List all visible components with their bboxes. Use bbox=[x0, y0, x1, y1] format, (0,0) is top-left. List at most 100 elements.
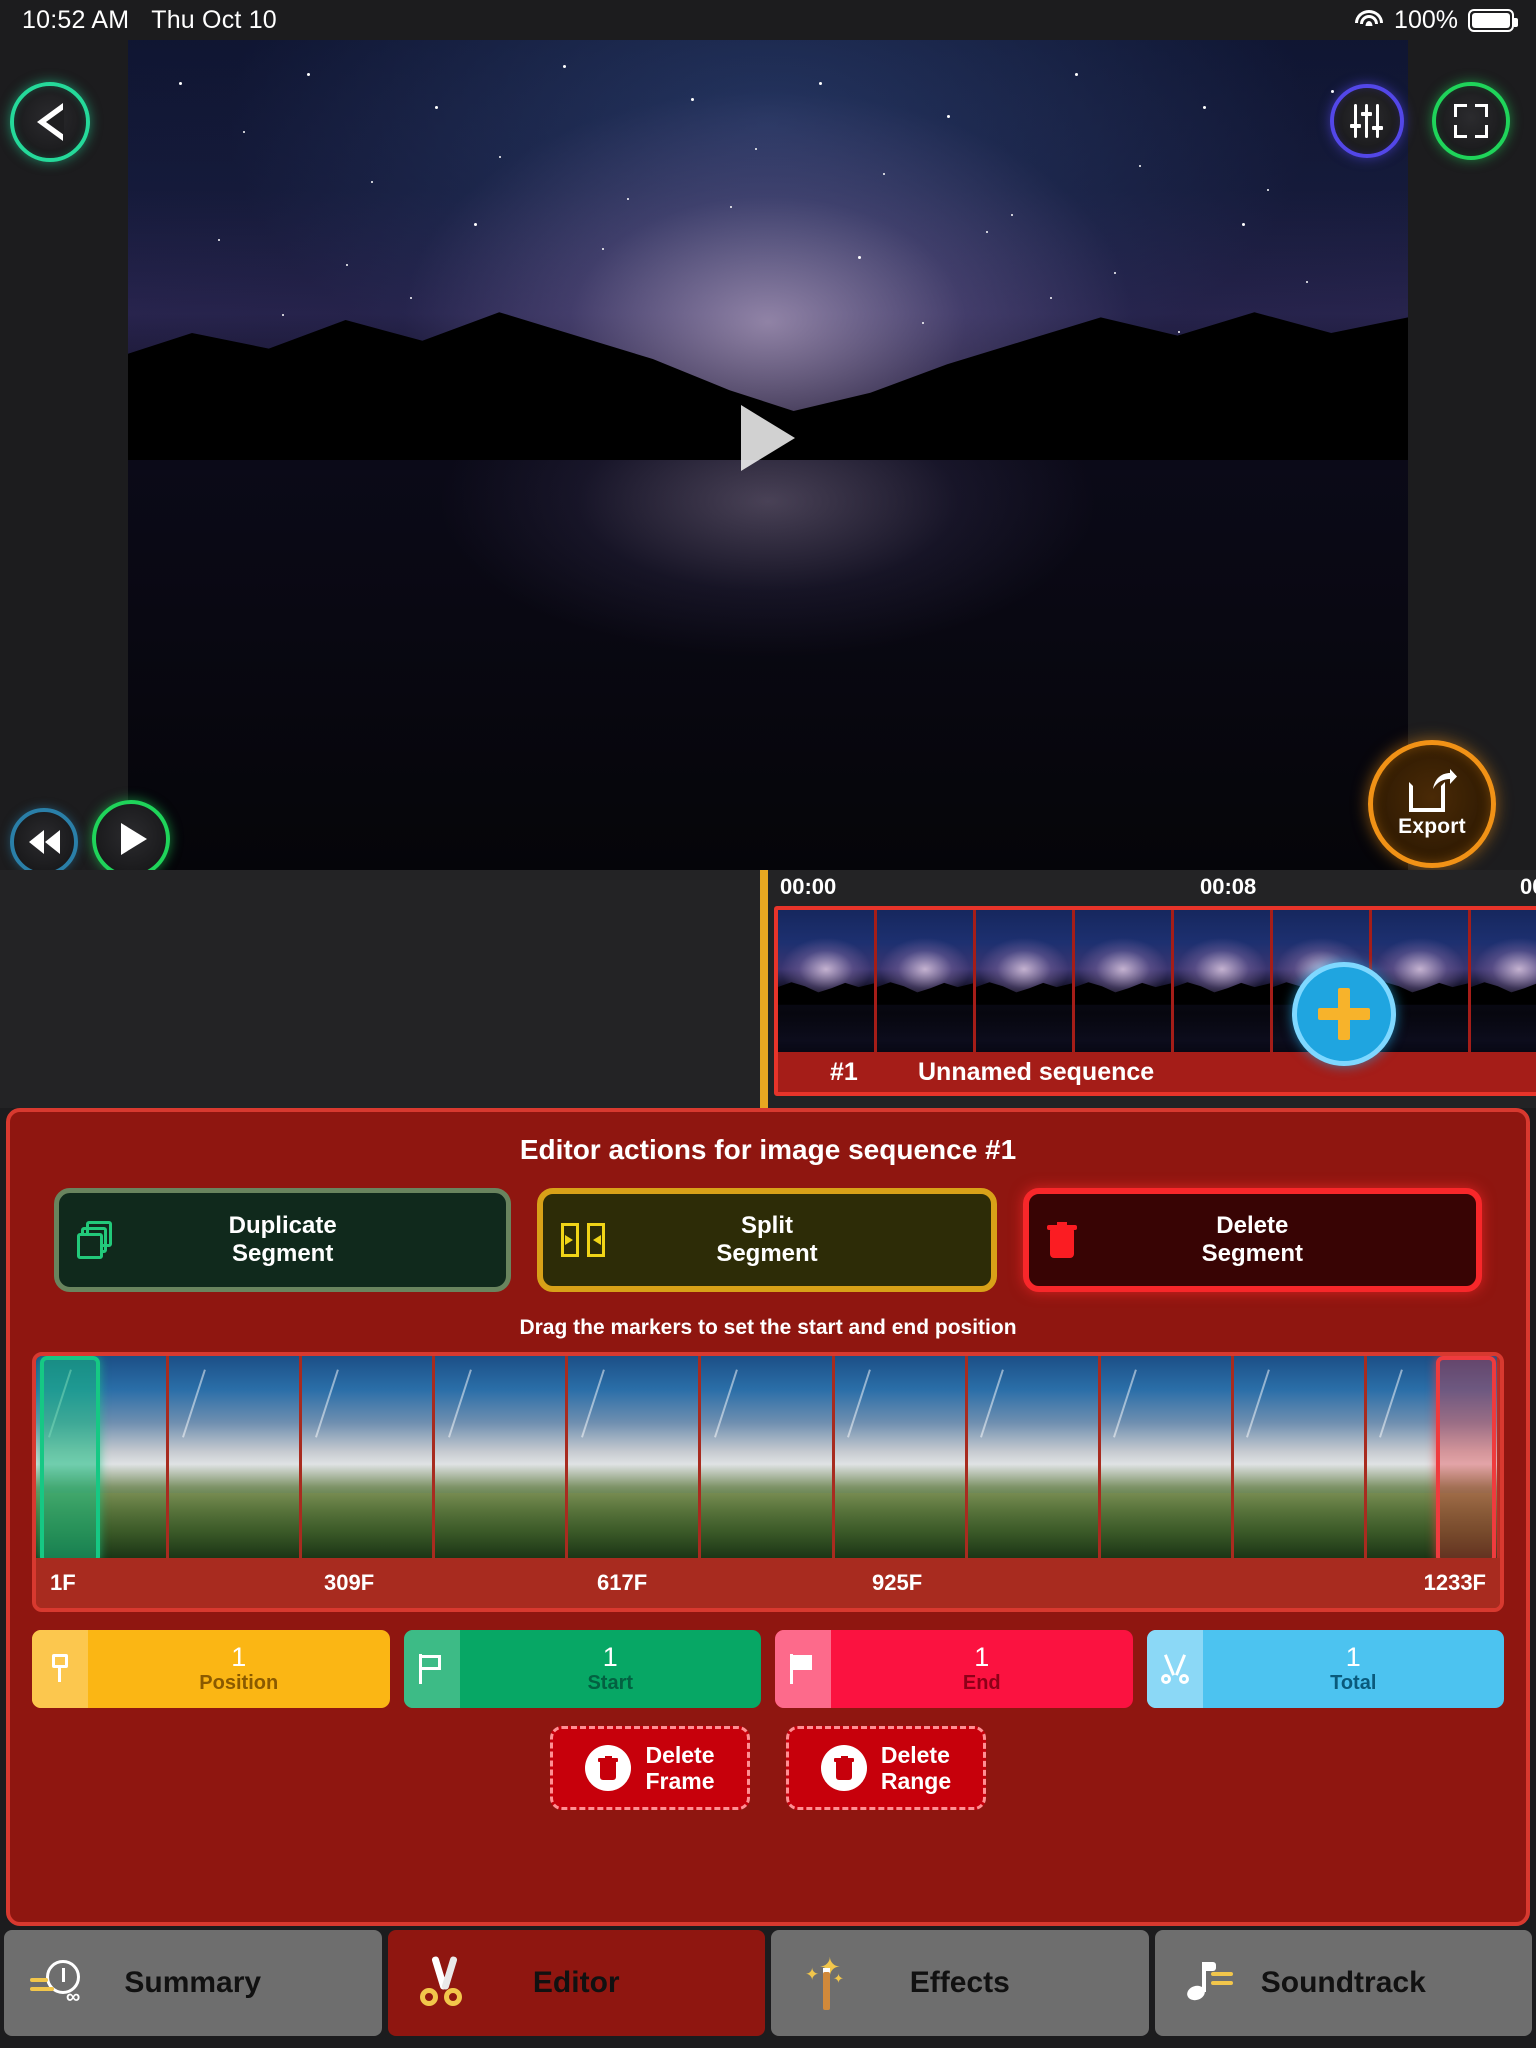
status-date: Thu Oct 10 bbox=[151, 5, 277, 34]
tab-summary-label: Summary bbox=[124, 1966, 262, 1999]
trash-icon bbox=[1046, 1222, 1077, 1258]
delete-line-1: Delete bbox=[1216, 1212, 1289, 1240]
sliders-icon bbox=[1350, 104, 1384, 138]
delete-frame-line-1: Delete bbox=[645, 1741, 715, 1768]
start-stat-card[interactable]: 1 Start bbox=[403, 1630, 761, 1708]
duplicate-segment-label: Duplicate Segment bbox=[229, 1212, 337, 1268]
delete-line-2: Segment bbox=[1201, 1240, 1303, 1267]
video-settings-button[interactable] bbox=[1330, 84, 1404, 158]
position-stat-card[interactable]: 1 Position bbox=[32, 1630, 390, 1708]
delete-range-label: Delete Range bbox=[881, 1742, 951, 1795]
export-button[interactable]: Export bbox=[1368, 740, 1496, 868]
end-value: 1 bbox=[974, 1641, 990, 1672]
sequence-thumb bbox=[1174, 910, 1270, 1058]
ruler-tick-2: 00 bbox=[1520, 874, 1536, 899]
start-marker-handle[interactable] bbox=[40, 1356, 100, 1564]
delete-frame-button[interactable]: Delete Frame bbox=[550, 1726, 750, 1810]
sequence-thumb bbox=[778, 910, 874, 1058]
battery-full-icon bbox=[1468, 8, 1518, 32]
battery-percent-label: 100% bbox=[1394, 5, 1458, 34]
export-arrow-glyph bbox=[1433, 768, 1457, 789]
video-preview-area: Export bbox=[0, 40, 1536, 878]
sequence-thumb bbox=[1075, 910, 1171, 1058]
sequence-clip[interactable]: #1 Unnamed sequence bbox=[774, 906, 1536, 1096]
preview-left-gutter bbox=[0, 40, 128, 870]
timeline-track-area[interactable]: 00:00 00:08 00 #1 bbox=[760, 870, 1536, 1108]
status-time: 10:52 AM bbox=[22, 5, 130, 34]
export-label: Export bbox=[1398, 814, 1466, 838]
flag-icon bbox=[403, 1630, 460, 1708]
wifi-icon bbox=[1354, 9, 1384, 31]
magic-wand-icon: ✦ ✦ ✦ bbox=[797, 1954, 855, 2012]
timeline-empty-left bbox=[0, 870, 760, 1108]
tab-soundtrack[interactable]: Soundtrack bbox=[1154, 1930, 1532, 2036]
total-stat-card[interactable]: 1 Total bbox=[1146, 1630, 1504, 1708]
split-segment-label: Split Segment bbox=[716, 1212, 817, 1268]
delete-range-line-1: Delete bbox=[880, 1741, 950, 1768]
fullscreen-button[interactable] bbox=[1432, 82, 1510, 160]
end-label: End bbox=[962, 1672, 1001, 1695]
delete-frame-line-2: Frame bbox=[645, 1768, 715, 1794]
delete-frame-label: Delete Frame bbox=[645, 1742, 714, 1795]
sequence-thumb bbox=[1471, 910, 1536, 1058]
status-bar-right: 100% bbox=[1354, 5, 1518, 35]
frame-thumb bbox=[169, 1356, 300, 1564]
status-bar: 10:52 AM Thu Oct 10 100% bbox=[0, 0, 1536, 40]
plus-icon bbox=[1318, 988, 1370, 1040]
frame-thumb bbox=[1100, 1356, 1231, 1564]
tab-summary[interactable]: ∞ Summary bbox=[4, 1930, 382, 2036]
frame-thumb bbox=[568, 1356, 699, 1564]
total-label: Total bbox=[1330, 1672, 1377, 1695]
frame-stat-row: 1 Position 1 Start 1 End 1 Total bbox=[10, 1630, 1526, 1708]
frame-thumb bbox=[701, 1356, 832, 1564]
frame-thumb bbox=[302, 1356, 433, 1564]
editor-action-row: Duplicate Segment Split Segment Delete S… bbox=[10, 1188, 1526, 1292]
tab-effects[interactable]: ✦ ✦ ✦ Effects bbox=[771, 1930, 1149, 2036]
lake-reflection bbox=[128, 460, 1408, 870]
frame-tick-3: 925F bbox=[872, 1570, 923, 1595]
back-button[interactable] bbox=[10, 82, 90, 162]
bottom-tab-bar: ∞ Summary Editor ✦ ✦ ✦ Effects Soundtrack bbox=[0, 1930, 1536, 2048]
rewind-button[interactable] bbox=[10, 808, 78, 876]
delete-range-button[interactable]: Delete Range bbox=[786, 1726, 986, 1810]
marker-hint-text: Drag the markers to set the start and en… bbox=[519, 1316, 1017, 1339]
timeline-playhead[interactable] bbox=[760, 870, 768, 1108]
tab-effects-label: Effects bbox=[909, 1966, 1010, 1999]
tab-editor[interactable]: Editor bbox=[387, 1930, 765, 2036]
tab-soundtrack-label: Soundtrack bbox=[1260, 1966, 1426, 1999]
play-icon bbox=[121, 823, 147, 855]
add-sequence-button[interactable] bbox=[1292, 962, 1396, 1066]
frame-thumb bbox=[1233, 1356, 1364, 1564]
delete-button-row: Delete Frame Delete Range bbox=[10, 1726, 1526, 1810]
play-button[interactable] bbox=[92, 800, 170, 878]
delete-range-line-2: Range bbox=[880, 1768, 952, 1794]
frame-tick-4: 1233F bbox=[1423, 1570, 1486, 1595]
scissors-icon bbox=[1146, 1630, 1203, 1708]
start-value: 1 bbox=[602, 1641, 618, 1672]
duplicate-segment-button[interactable]: Duplicate Segment bbox=[54, 1188, 512, 1292]
position-label: Position bbox=[199, 1672, 279, 1695]
share-export-icon bbox=[1409, 768, 1457, 812]
play-triangle-icon[interactable] bbox=[741, 405, 795, 472]
sequence-thumb bbox=[877, 910, 973, 1058]
expand-icon bbox=[1454, 104, 1488, 138]
end-stat-card[interactable]: 1 End bbox=[775, 1630, 1133, 1708]
tab-editor-label: Editor bbox=[532, 1966, 620, 1999]
sequence-name: Unnamed sequence bbox=[918, 1057, 1155, 1086]
frame-thumb bbox=[967, 1356, 1098, 1564]
editor-panel: Editor actions for image sequence #1 Dup… bbox=[6, 1108, 1530, 1926]
split-segment-button[interactable]: Split Segment bbox=[537, 1188, 997, 1292]
trash-circle-icon bbox=[585, 1745, 632, 1791]
scissors-icon bbox=[414, 1954, 472, 2012]
end-marker-handle[interactable] bbox=[1436, 1356, 1496, 1564]
video-canvas[interactable] bbox=[128, 40, 1408, 870]
music-note-icon bbox=[1181, 1954, 1239, 2012]
duplicate-line-2: Segment bbox=[231, 1240, 334, 1267]
delete-segment-button[interactable]: Delete Segment bbox=[1022, 1188, 1482, 1292]
sequence-number: #1 bbox=[830, 1057, 858, 1086]
delete-segment-label: Delete Segment bbox=[1202, 1212, 1303, 1268]
frame-scrubber[interactable]: 1F 309F 617F 925F 1233F bbox=[32, 1352, 1504, 1612]
trash-circle-icon bbox=[820, 1745, 867, 1791]
pin-icon bbox=[32, 1630, 88, 1708]
total-value: 1 bbox=[1345, 1641, 1361, 1672]
